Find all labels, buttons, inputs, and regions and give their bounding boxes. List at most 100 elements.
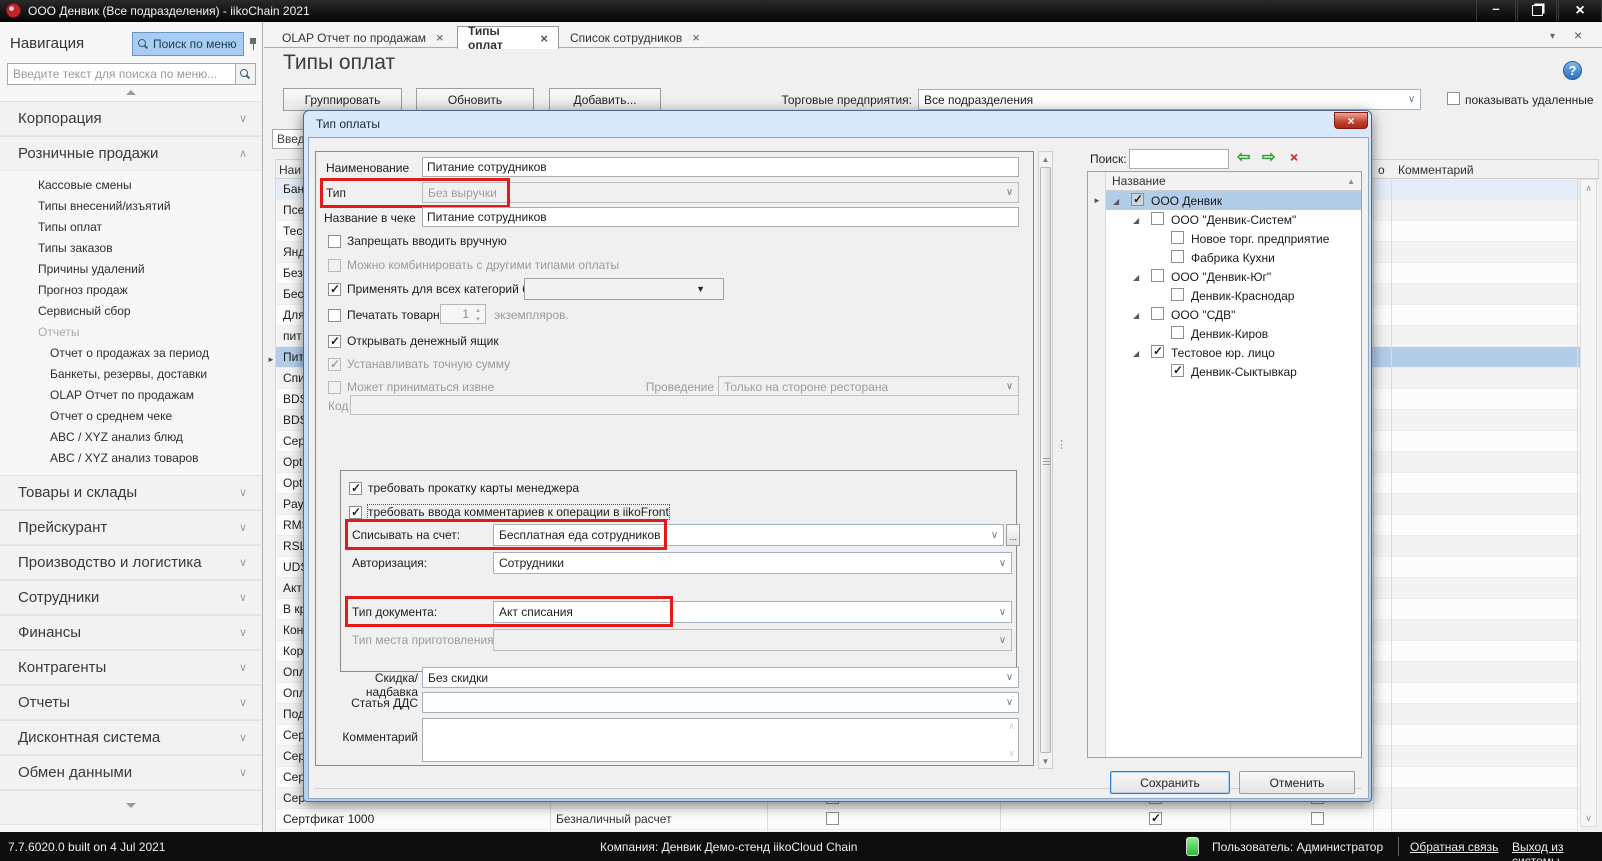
tab-employee-list[interactable]: Список сотрудников [560, 26, 710, 49]
group-button[interactable]: Группировать [283, 88, 402, 111]
tree-expander-icon[interactable] [1133, 311, 1139, 320]
dialog-close-button[interactable] [1334, 112, 1368, 129]
chevron-down-icon[interactable] [1403, 90, 1420, 109]
add-button[interactable]: Добавить... [549, 88, 661, 111]
maximize-button[interactable] [1517, 0, 1557, 21]
column-header-name[interactable]: Наи [279, 163, 301, 177]
chevron-down-icon[interactable] [1001, 668, 1018, 687]
sidebar-item[interactable]: Отчет о среднем чеке [0, 406, 263, 427]
categories-checkbox[interactable] [328, 283, 341, 296]
authorization-select[interactable]: Сотрудники [493, 552, 1012, 574]
categories-select[interactable] [524, 278, 724, 300]
help-icon[interactable] [1563, 61, 1582, 80]
pin-icon[interactable] [247, 37, 259, 50]
sidebar-section[interactable]: Производство и логистика [0, 545, 263, 580]
chevron-down-icon[interactable] [994, 553, 1011, 573]
sidebar-section[interactable]: Сотрудники [0, 580, 263, 615]
scroll-down-icon[interactable] [1039, 754, 1052, 768]
sidebar-section[interactable]: Финансы [0, 615, 263, 650]
form-scrollbar[interactable] [1038, 151, 1053, 769]
search-clear-icon[interactable] [1290, 149, 1298, 165]
tree-expander-icon[interactable] [1133, 273, 1139, 282]
tree-search-input[interactable] [1129, 149, 1229, 169]
minimize-button[interactable] [1476, 0, 1516, 21]
sidebar-section[interactable]: Контрагенты [0, 650, 263, 685]
tree-checkbox[interactable] [1131, 193, 1144, 206]
manager-card-checkbox[interactable] [349, 482, 362, 495]
sidebar-section[interactable]: Корпорация [0, 101, 263, 136]
column-header-o[interactable]: о [1378, 163, 1385, 177]
tab-close-icon[interactable] [436, 30, 444, 45]
tree-checkbox[interactable] [1151, 345, 1164, 358]
sidebar-item[interactable]: Кассовые смены [0, 175, 263, 196]
sidebar-item[interactable]: ABC / XYZ анализ блюд [0, 427, 263, 448]
sidebar-item[interactable]: Типы внесений/изъятий [0, 196, 263, 217]
search-prev-icon[interactable] [1237, 147, 1250, 167]
enterprises-select[interactable]: Все подразделения [918, 89, 1421, 110]
sidebar-section[interactable]: Обмен данными [0, 755, 263, 790]
tree-checkbox[interactable] [1171, 326, 1184, 339]
tree-row[interactable]: ООО "Денвик-Юг" [1106, 267, 1361, 286]
sidebar-search-button[interactable] [235, 63, 256, 85]
scroll-up-icon[interactable] [1039, 152, 1052, 166]
sidebar-item[interactable]: OLAP Отчет по продажам [0, 385, 263, 406]
column-header-comment[interactable]: Комментарий [1398, 163, 1474, 177]
tab-close-icon[interactable] [540, 31, 548, 46]
search-next-icon[interactable] [1262, 147, 1275, 167]
tab-strip-close-icon[interactable] [1574, 27, 1582, 43]
sidebar-item[interactable]: Отчет о продажах за период [0, 343, 263, 364]
tree-checkbox[interactable] [1171, 364, 1184, 377]
tree-row[interactable]: Денвик-Краснодар [1106, 286, 1361, 305]
sidebar-item[interactable]: Причины удалений [0, 259, 263, 280]
show-deleted-checkbox[interactable] [1447, 92, 1460, 105]
copies-stepper[interactable]: 1 [440, 304, 486, 324]
scroll-down-icon[interactable] [126, 803, 136, 808]
scroll-down-icon[interactable] [1581, 810, 1596, 826]
table-row[interactable]: Сертфикат 1000Безналичный расчет [276, 809, 1580, 830]
row-checkbox[interactable] [826, 812, 839, 825]
front-comment-checkbox[interactable] [349, 506, 362, 519]
close-button[interactable] [1558, 0, 1602, 21]
tree-row[interactable]: ООО "СДВ" [1106, 305, 1361, 324]
tree-row[interactable]: Денвик-Киров [1106, 324, 1361, 343]
tree-header[interactable]: Название [1106, 172, 1361, 191]
tab-list-dropdown-icon[interactable] [1550, 31, 1555, 42]
chevron-down-icon[interactable] [986, 525, 1003, 545]
row-checkbox[interactable] [1149, 812, 1162, 825]
menu-search-button[interactable]: Поиск по меню [132, 32, 244, 56]
tree-expander-icon[interactable] [1113, 197, 1119, 206]
sidebar-item[interactable]: Отчеты [0, 322, 263, 343]
tree-row[interactable]: Фабрика Кухни [1106, 248, 1361, 267]
tree-checkbox[interactable] [1171, 288, 1184, 301]
scroll-up-icon[interactable] [1581, 180, 1596, 196]
sidebar-item[interactable]: Банкеты, резервы, доставки [0, 364, 263, 385]
tree-checkbox[interactable] [1171, 250, 1184, 263]
print-receipt-checkbox[interactable] [328, 309, 341, 322]
tree-expander-icon[interactable] [1133, 349, 1139, 358]
tree-row[interactable]: ООО Денвик [1106, 191, 1361, 210]
stepper-down-icon[interactable] [472, 314, 484, 323]
refresh-button[interactable]: Обновить [416, 88, 534, 111]
chevron-down-icon[interactable] [994, 602, 1011, 622]
feedback-link[interactable]: Обратная связь [1410, 840, 1498, 854]
row-checkbox[interactable] [1311, 812, 1324, 825]
sidebar-search-input[interactable]: Введите текст для поиска по меню... [7, 63, 236, 85]
tree-row[interactable]: ООО "Денвик-Систем" [1106, 210, 1361, 229]
tree-expander-icon[interactable] [1133, 216, 1139, 225]
table-scrollbar[interactable] [1580, 179, 1597, 827]
tab-payment-types[interactable]: Типы оплат [457, 26, 559, 49]
tab-olap-report[interactable]: OLAP Отчет по продажам [272, 26, 456, 49]
sidebar-item[interactable]: Типы оплат [0, 217, 263, 238]
sidebar-section[interactable]: Прейскурант [0, 510, 263, 545]
scrollbar-thumb[interactable] [1040, 167, 1051, 753]
cash-drawer-checkbox[interactable] [328, 335, 341, 348]
tree-checkbox[interactable] [1151, 212, 1164, 225]
logout-link[interactable]: Выход из системы [1512, 840, 1602, 861]
chevron-down-icon[interactable] [1001, 693, 1018, 712]
forbid-manual-checkbox[interactable] [328, 235, 341, 248]
scroll-up-icon[interactable] [126, 90, 136, 95]
save-button[interactable]: Сохранить [1110, 771, 1230, 794]
tree-checkbox[interactable] [1151, 269, 1164, 282]
sidebar-section[interactable]: Товары и склады [0, 475, 263, 510]
type-select[interactable]: Без выручки [422, 182, 1019, 203]
